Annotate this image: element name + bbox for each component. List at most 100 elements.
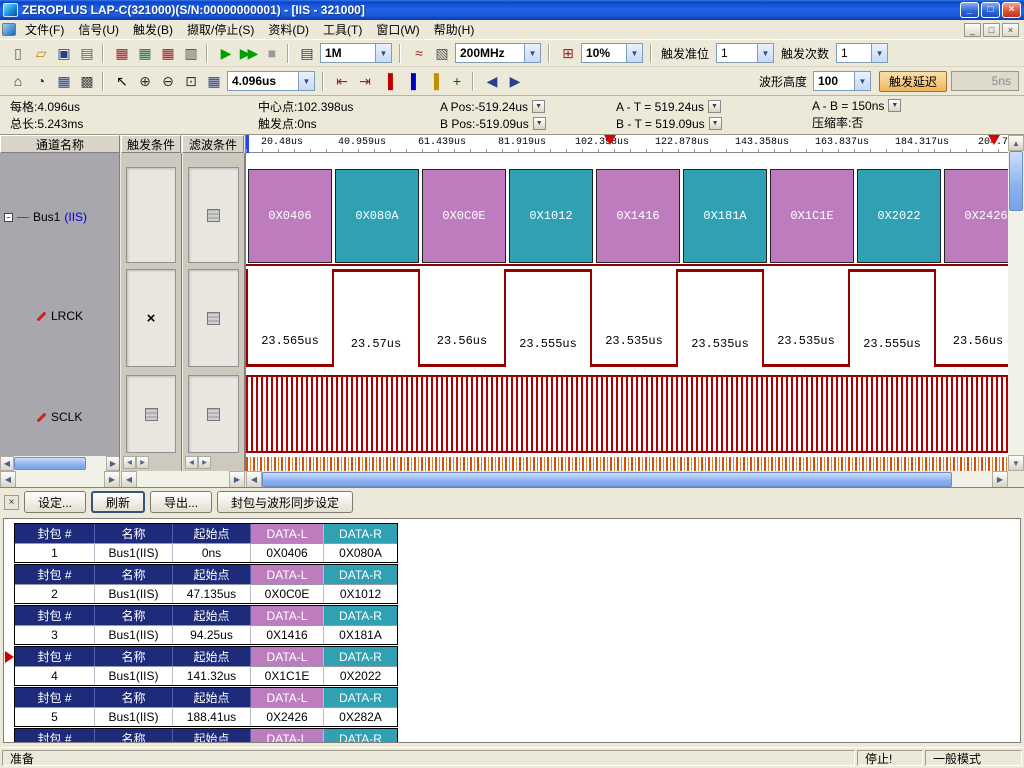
open-file-icon[interactable]: ▱ <box>28 43 51 64</box>
trigger-cell-lrck[interactable]: × <box>126 269 176 367</box>
column-hscrollbar[interactable]: ◀ ▶ <box>123 456 149 469</box>
bus-data-segment[interactable]: 0X1C1E <box>770 169 854 263</box>
mdi-close-button[interactable]: × <box>1002 23 1019 37</box>
menu-item-1[interactable]: 信号(U) <box>71 19 126 40</box>
packet-block[interactable]: 封包 #名称起始点DATA-LDATA-R1Bus1(IIS)0ns0X0406… <box>14 523 398 563</box>
scroll-right-icon[interactable]: ▶ <box>104 471 120 488</box>
packet-block[interactable]: 封包 #名称起始点DATA-LDATA-R2Bus1(IIS)47.135us0… <box>14 564 398 604</box>
dropdown-arrow-icon[interactable]: ▼ <box>626 44 642 62</box>
scrollbar-thumb[interactable] <box>1009 151 1023 211</box>
menu-item-6[interactable]: 窗口(W) <box>369 19 426 40</box>
trigger-count-combo[interactable]: 1 ▼ <box>836 43 888 63</box>
bus-data-segment[interactable]: 0X0C0E <box>422 169 506 263</box>
packet-block[interactable]: 封包 #名称起始点DATA-LDATA-R6Bus1(IIS)235.53us0… <box>14 728 398 743</box>
scroll-right-icon[interactable]: ▶ <box>136 456 149 469</box>
display-mode-icon[interactable]: ▩ <box>74 71 97 92</box>
trigger-cell-bus1[interactable] <box>126 167 176 263</box>
waveform-vscrollbar[interactable]: ▲ ▼ <box>1008 135 1024 471</box>
dropdown-arrow-icon[interactable]: ▼ <box>757 44 773 62</box>
trigger-delay-button[interactable]: 触发延迟 <box>879 71 947 92</box>
scroll-right-icon[interactable]: ▶ <box>992 471 1008 488</box>
bus-data-segment[interactable]: 0X1416 <box>596 169 680 263</box>
packet-block[interactable]: 封包 #名称起始点DATA-LDATA-R5Bus1(IIS)188.41us0… <box>14 687 398 727</box>
b-pos-dropdown-icon[interactable]: ▼ <box>533 117 546 130</box>
menu-item-0[interactable]: 文件(F) <box>18 19 71 40</box>
bus-data-segment[interactable]: 0X2426 <box>944 169 1008 263</box>
clock-icon[interactable]: ◔ <box>28 71 51 92</box>
bus-data-segment[interactable]: 0X1012 <box>509 169 593 263</box>
trigger-position-combo[interactable]: 10% ▼ <box>581 43 643 63</box>
new-file-icon[interactable]: ▯ <box>5 43 28 64</box>
scroll-left-icon[interactable]: ◀ <box>0 456 14 471</box>
scroll-left-icon[interactable]: ◀ <box>185 456 198 469</box>
memory-depth-icon[interactable]: ▤ <box>294 43 317 64</box>
next-edge-icon[interactable]: ⇥ <box>352 71 375 92</box>
close-panel-icon[interactable]: × <box>4 495 19 510</box>
packet-block[interactable]: 封包 #名称起始点DATA-LDATA-R3Bus1(IIS)94.25us0X… <box>14 605 398 645</box>
export-button[interactable]: 导出... <box>150 491 212 513</box>
analyzer-stack-icon[interactable]: ▥ <box>178 43 201 64</box>
bus-data-segment[interactable]: 0X0406 <box>248 169 332 263</box>
run-icon[interactable]: ▶ <box>213 43 236 64</box>
sample-rate-icon[interactable]: ≈ <box>406 43 429 64</box>
scroll-right-icon[interactable]: ▶ <box>106 456 120 471</box>
time-ruler[interactable]: 20.48us40.959us61.439us81.919us102.398us… <box>246 135 1008 153</box>
wave-height-combo[interactable]: 100 ▼ <box>813 71 871 91</box>
b-bar-icon[interactable]: ▐ <box>398 71 421 92</box>
zoom-fit-icon[interactable]: ⊡ <box>178 71 201 92</box>
scroll-left-icon[interactable]: ◀ <box>0 471 16 488</box>
menu-item-2[interactable]: 触发(B) <box>126 19 180 40</box>
waveform-hscrollbar[interactable]: ◀ ▶ <box>246 471 1008 488</box>
dropdown-arrow-icon[interactable]: ▼ <box>375 44 391 62</box>
sclk-waveform-track[interactable] <box>246 375 1008 453</box>
menu-item-5[interactable]: 工具(T) <box>316 19 369 40</box>
channel-panel-hscrollbar[interactable]: ◀ ▶ <box>0 456 120 471</box>
trigger-level-combo[interactable]: 1 ▼ <box>716 43 774 63</box>
sample-rate-combo[interactable]: 200MHz ▼ <box>455 43 541 63</box>
dropdown-arrow-icon[interactable]: ▼ <box>298 72 314 90</box>
a-pos-dropdown-icon[interactable]: ▼ <box>532 100 545 113</box>
trigger-marker-icon[interactable] <box>604 135 616 151</box>
column-header-filter-condition[interactable]: 滤波条件 <box>182 135 244 153</box>
menu-item-7[interactable]: 帮助(H) <box>427 19 482 40</box>
column-hscrollbar[interactable]: ◀ ▶ <box>185 456 211 469</box>
zoom-out-icon[interactable]: ⊖ <box>155 71 178 92</box>
bus-data-segment[interactable]: 0X080A <box>335 169 419 263</box>
waveform-area[interactable]: 20.48us40.959us61.439us81.919us102.398us… <box>245 135 1008 471</box>
trigger-page-icon[interactable]: ⊞ <box>555 43 578 64</box>
scroll-left-icon[interactable]: ◀ <box>121 471 137 488</box>
bus-setup-icon[interactable]: ▦ <box>132 43 155 64</box>
trigger-delay-value[interactable]: 5ns <box>951 71 1019 91</box>
trigger-setup-icon[interactable]: ▦ <box>155 43 178 64</box>
bus1-waveform-track[interactable]: 0X04060X080A0X0C0E0X10120X14160X181A0X1C… <box>246 169 1008 263</box>
t-bar-icon[interactable]: ▐ <box>421 71 444 92</box>
b-bar-marker-icon[interactable] <box>988 135 1000 151</box>
close-button[interactable]: × <box>1002 2 1021 18</box>
compression-icon[interactable]: ▧ <box>429 43 452 64</box>
sync-packet-waveform-button[interactable]: 封包与波形同步设定 <box>217 491 353 513</box>
cursor-icon[interactable]: ↖ <box>109 71 132 92</box>
channel-row-sclk[interactable]: SCLK <box>36 409 82 425</box>
condition-hscrollbar[interactable]: ◀ ▶ <box>121 471 245 488</box>
a-t-dropdown-icon[interactable]: ▼ <box>708 100 721 113</box>
sampling-setup-icon[interactable]: ▦ <box>109 43 132 64</box>
scrollbar-thumb[interactable] <box>14 457 86 470</box>
column-header-trigger-condition[interactable]: 触发条件 <box>121 135 181 153</box>
print-icon[interactable]: ▤ <box>74 43 97 64</box>
collapse-icon[interactable]: − <box>4 213 13 222</box>
scroll-up-icon[interactable]: ▲ <box>1008 135 1024 151</box>
scroll-left-icon[interactable]: ◀ <box>123 456 136 469</box>
repeat-run-icon[interactable]: ▶▶ <box>236 43 259 64</box>
home-icon[interactable]: ⌂ <box>5 71 28 92</box>
bus-data-segment[interactable]: 0X2022 <box>857 169 941 263</box>
channel-row-bus1[interactable]: − Bus1 (IIS) <box>4 209 87 225</box>
zoom-in-icon[interactable]: ⊕ <box>132 71 155 92</box>
column-header-channel-name[interactable]: 通道名称 <box>0 135 120 153</box>
a-b-dropdown-icon[interactable]: ▼ <box>888 99 901 112</box>
next-point-icon[interactable]: ▶ <box>502 71 525 92</box>
mdi-minimize-button[interactable]: _ <box>964 23 981 37</box>
mdi-restore-button[interactable]: □ <box>983 23 1000 37</box>
b-t-dropdown-icon[interactable]: ▼ <box>709 117 722 130</box>
scroll-right-icon[interactable]: ▶ <box>198 456 211 469</box>
bus-data-segment[interactable]: 0X181A <box>683 169 767 263</box>
